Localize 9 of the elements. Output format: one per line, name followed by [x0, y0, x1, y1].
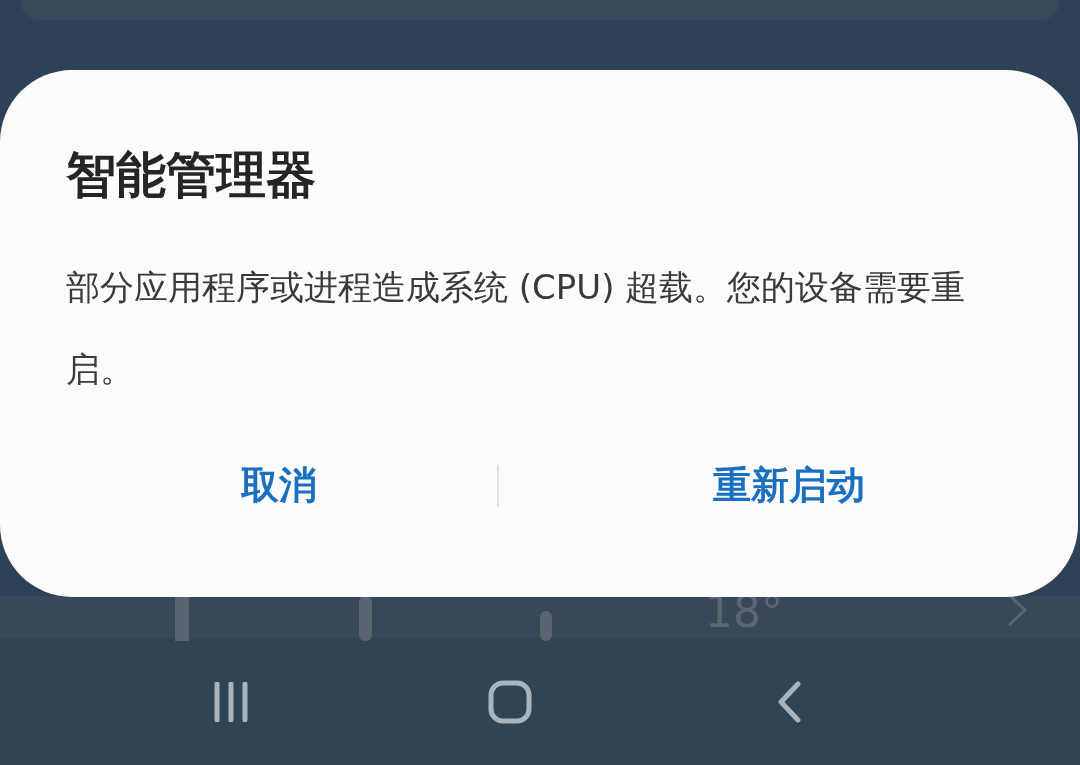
dialog-button[interactable]: 取消	[230, 454, 327, 517]
temperature-bar	[175, 596, 189, 641]
dialog-message: 部分应用程序或进程造成系统 (CPU) 超载。您的设备需要重启。	[66, 266, 967, 391]
back-icon[interactable]	[775, 680, 802, 723]
dialog-button[interactable]: 重新启动	[702, 454, 875, 517]
dialog-title: 智能管理器	[66, 145, 317, 206]
temperature-bar	[540, 611, 552, 641]
home-icon[interactable]	[488, 679, 532, 724]
temperature-bar	[359, 596, 372, 641]
